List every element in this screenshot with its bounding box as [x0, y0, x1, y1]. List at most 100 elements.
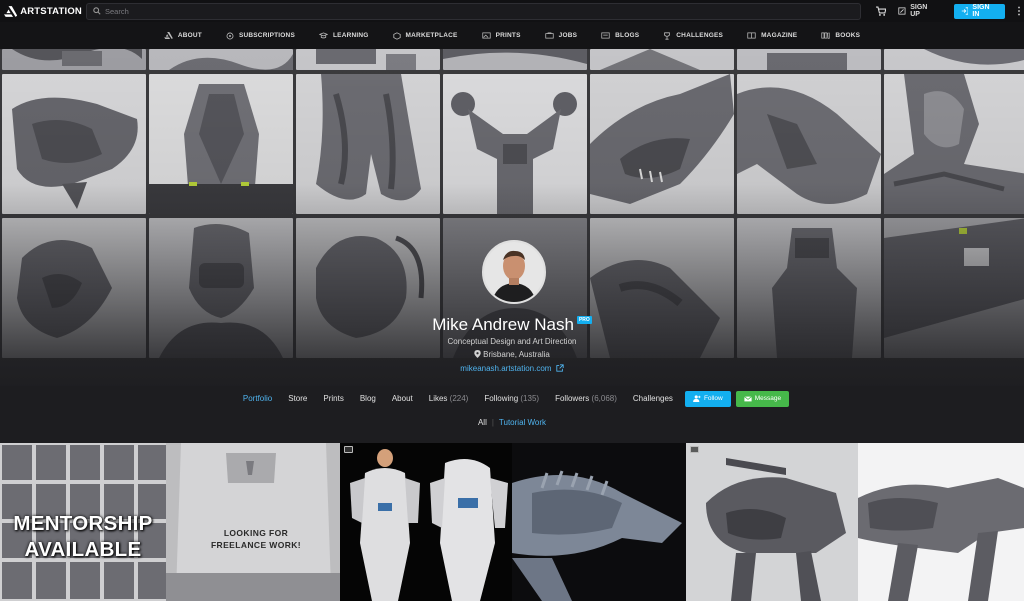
following-label: Following: [484, 394, 519, 403]
main-nav: ABOUT SUBSCRIPTIONS LEARNING MARKETPLACE…: [0, 22, 1024, 49]
add-user-icon: [693, 395, 701, 402]
logo-text: ARTSTATION: [20, 5, 82, 17]
nav-books-label: BOOKS: [835, 32, 861, 39]
followers-count: (6,068): [591, 394, 617, 403]
nav-blogs[interactable]: BLOGS: [601, 32, 639, 39]
artwork-mentorship[interactable]: MENTORSHIP AVAILABLE: [0, 443, 166, 601]
following-count: (135): [520, 394, 540, 403]
mentorship-line2: AVAILABLE: [24, 538, 142, 561]
nav-blogs-label: BLOGS: [615, 32, 640, 39]
cart-icon[interactable]: [875, 5, 887, 17]
artwork-image: [686, 443, 858, 601]
nav-magazine-label: MAGAZINE: [761, 32, 798, 39]
followers-label: Followers: [555, 394, 590, 403]
external-link-icon: [556, 364, 564, 372]
tab-store[interactable]: Store: [288, 394, 307, 403]
profile-tabs: Portfolio Store Prints Blog About Likes …: [0, 386, 1024, 411]
tab-followers[interactable]: Followers (6,068): [555, 394, 617, 403]
sign-in-icon: [961, 7, 969, 15]
magazine-icon: [747, 32, 756, 39]
tab-portfolio[interactable]: Portfolio: [243, 394, 272, 403]
website-link[interactable]: mikeanash.artstation.com: [460, 364, 551, 373]
artwork-robot-dog[interactable]: [858, 443, 1024, 601]
mentorship-text: MENTORSHIP AVAILABLE: [8, 511, 158, 563]
profile-website[interactable]: mikeanash.artstation.com: [0, 364, 1024, 373]
tab-likes[interactable]: Likes (224): [429, 394, 469, 403]
multiple-images-icon: [344, 446, 353, 453]
message-label: Message: [754, 395, 782, 402]
nav-books[interactable]: BOOKS: [821, 32, 860, 39]
learning-icon: [319, 32, 328, 39]
tab-prints[interactable]: Prints: [323, 394, 343, 403]
search-bar[interactable]: [86, 2, 861, 20]
sign-up-button[interactable]: SIGN UP: [898, 4, 938, 18]
nav-magazine[interactable]: MAGAZINE: [747, 32, 797, 39]
avatar-image: [484, 242, 544, 302]
profile-headline: Conceptual Design and Art Direction: [447, 337, 577, 346]
filter-separator: |: [491, 418, 494, 427]
nav-prints[interactable]: PRINTS: [481, 32, 521, 39]
sign-in-button[interactable]: SIGN IN: [953, 3, 1005, 19]
profile-avatar: [482, 240, 546, 304]
likes-count: (224): [449, 394, 469, 403]
artstation-icon: [164, 32, 173, 39]
artwork-freelance[interactable]: LOOKING FOR FREELANCE WORK!: [166, 443, 340, 601]
follow-button[interactable]: Follow: [684, 390, 731, 407]
profile-cover: [0, 49, 1024, 386]
nav-learning[interactable]: LEARNING: [319, 32, 369, 39]
mentorship-line1: MENTORSHIP: [13, 512, 153, 535]
follow-label: Follow: [703, 395, 723, 402]
artwork-image: [340, 443, 512, 601]
more-menu-icon[interactable]: ⋮: [1014, 6, 1024, 17]
portfolio-filters: All | Tutorial Work: [0, 418, 1024, 427]
artwork-image: [166, 443, 340, 601]
blogs-icon: [601, 32, 610, 39]
nav-about-label: ABOUT: [177, 32, 202, 39]
marketplace-icon: [392, 31, 401, 40]
books-icon: [821, 32, 831, 39]
freelance-line1: LOOKING FOR: [223, 528, 289, 538]
subscriptions-icon: [226, 32, 234, 39]
freelance-line2: FREELANCE WORK!: [210, 540, 302, 550]
nav-subscriptions[interactable]: SUBSCRIPTIONS: [226, 32, 295, 40]
tab-challenges[interactable]: Challenges: [633, 394, 673, 403]
nav-challenges-label: CHALLENGES: [676, 32, 724, 39]
nav-marketplace[interactable]: MARKETPLACE: [392, 31, 458, 40]
location-pin-icon: [474, 350, 481, 358]
filter-all[interactable]: All: [478, 418, 487, 427]
nav-challenges[interactable]: CHALLENGES: [663, 31, 724, 40]
sign-in-label: SIGN IN: [972, 4, 990, 18]
likes-label: Likes: [428, 394, 448, 403]
pro-badge: PRO: [576, 316, 592, 324]
location-text: Brisbane, Australia: [483, 350, 550, 359]
envelope-icon: [743, 395, 752, 401]
signup-icon: [898, 7, 906, 15]
tab-following[interactable]: Following (135): [484, 394, 539, 403]
challenges-icon: [664, 31, 671, 40]
nav-marketplace-label: MARKETPLACE: [405, 32, 458, 39]
artwork-mech[interactable]: [686, 443, 858, 601]
artstation-logo[interactable]: ARTSTATION: [4, 5, 82, 18]
nav-about[interactable]: ABOUT: [164, 32, 202, 39]
nav-jobs[interactable]: JOBS: [545, 32, 578, 39]
top-bar: ARTSTATION SIGN UP SIGN IN ⋮: [0, 0, 1024, 22]
tab-about[interactable]: About: [392, 394, 413, 403]
artstation-logo-icon: [4, 5, 18, 17]
artwork-creature[interactable]: [512, 443, 686, 601]
artwork-spacesuits[interactable]: [340, 443, 512, 601]
multiple-images-icon: [690, 446, 699, 453]
artwork-image: [858, 443, 1024, 601]
nav-subscriptions-label: SUBSCRIPTIONS: [238, 32, 295, 39]
profile-name: Mike Andrew Nash: [432, 315, 574, 334]
filter-tutorial-work[interactable]: Tutorial Work: [499, 418, 546, 427]
sign-up-label: SIGN UP: [910, 4, 928, 18]
portfolio-gallery: MENTORSHIP AVAILABLE LOOKING FOR FREELAN…: [0, 443, 1024, 601]
message-button[interactable]: Message: [735, 390, 790, 407]
cover-gradient: [0, 49, 1024, 386]
profile-name-row: Mike Andrew Nash PRO: [0, 315, 1024, 335]
search-input[interactable]: [105, 6, 805, 16]
jobs-icon: [545, 32, 554, 39]
freelance-text: LOOKING FOR FREELANCE WORK!: [196, 527, 316, 551]
tab-blog[interactable]: Blog: [360, 394, 376, 403]
prints-icon: [481, 32, 491, 39]
